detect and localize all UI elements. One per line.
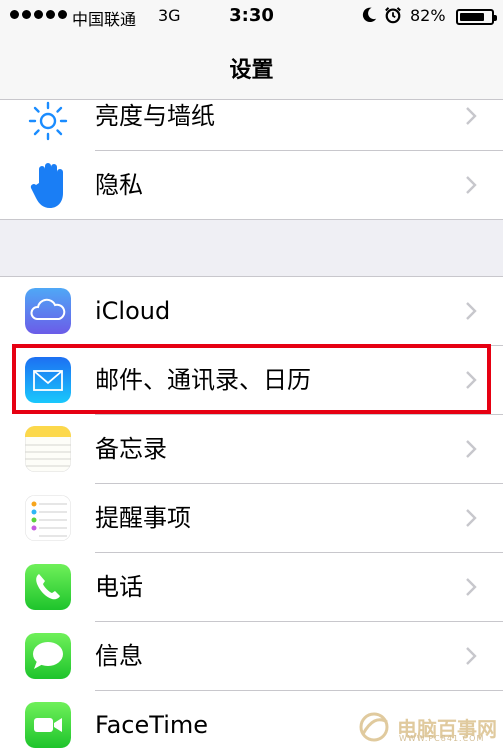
alarm-clock-icon <box>385 7 401 24</box>
battery-percent: 82% <box>410 6 446 25</box>
settings-row-mail-contacts-calendars[interactable]: 邮件、通讯录、日历 <box>0 346 503 415</box>
settings-row-messages[interactable]: 信息 <box>0 622 503 691</box>
status-bar: 中国联通 3G 3:30 82% <box>0 0 503 34</box>
chevron-right-icon <box>466 509 477 527</box>
page-title: 设置 <box>229 58 274 83</box>
settings-row-label: 备忘录 <box>95 435 167 463</box>
settings-group-display: 亮度与墙纸 隐私 <box>0 100 503 220</box>
settings-row-label: 信息 <box>95 642 143 670</box>
settings-row-label: FaceTime <box>95 711 209 739</box>
settings-row-icloud[interactable]: iCloud <box>0 277 503 346</box>
chevron-right-icon <box>466 647 477 665</box>
do-not-disturb-moon-icon <box>362 7 377 23</box>
settings-row-label: 邮件、通讯录、日历 <box>95 366 311 394</box>
battery-icon <box>456 9 497 25</box>
settings-row-label: 电话 <box>95 573 143 601</box>
settings-row-label: 提醒事项 <box>95 504 191 532</box>
settings-row-label: 亮度与墙纸 <box>95 102 215 130</box>
chevron-right-icon <box>466 176 477 194</box>
watermark: 电脑百事网 WWW.PC841.COM <box>355 708 503 746</box>
chevron-right-icon <box>466 371 477 389</box>
chevron-right-icon <box>466 578 477 596</box>
settings-row-notes[interactable]: 备忘录 <box>0 415 503 484</box>
messages-icon <box>25 633 71 679</box>
settings-group-apps: iCloud 邮件、通讯录、日历 备忘录 提醒事项 电话 信息 FaceTime <box>0 276 503 749</box>
chevron-right-icon <box>466 107 477 125</box>
icloud-icon <box>25 288 71 334</box>
settings-row-brightness[interactable]: 亮度与墙纸 <box>0 82 503 151</box>
chevron-right-icon <box>466 440 477 458</box>
notes-icon <box>25 426 71 472</box>
watermark-subtext: WWW.PC841.COM <box>399 734 485 743</box>
settings-row-label: iCloud <box>95 297 171 325</box>
settings-row-reminders[interactable]: 提醒事项 <box>0 484 503 553</box>
battery-fill <box>460 13 484 21</box>
privacy-hand-icon <box>30 163 63 208</box>
chevron-right-icon <box>466 302 477 320</box>
watermark-logo-icon <box>359 712 389 742</box>
reminders-icon <box>25 495 71 541</box>
facetime-icon <box>25 702 71 748</box>
settings-row-phone[interactable]: 电话 <box>0 553 503 622</box>
brightness-icon <box>28 101 68 141</box>
settings-row-privacy[interactable]: 隐私 <box>0 151 503 220</box>
settings-row-label: 隐私 <box>95 171 143 199</box>
phone-icon <box>25 564 71 610</box>
mail-icon <box>25 357 71 403</box>
